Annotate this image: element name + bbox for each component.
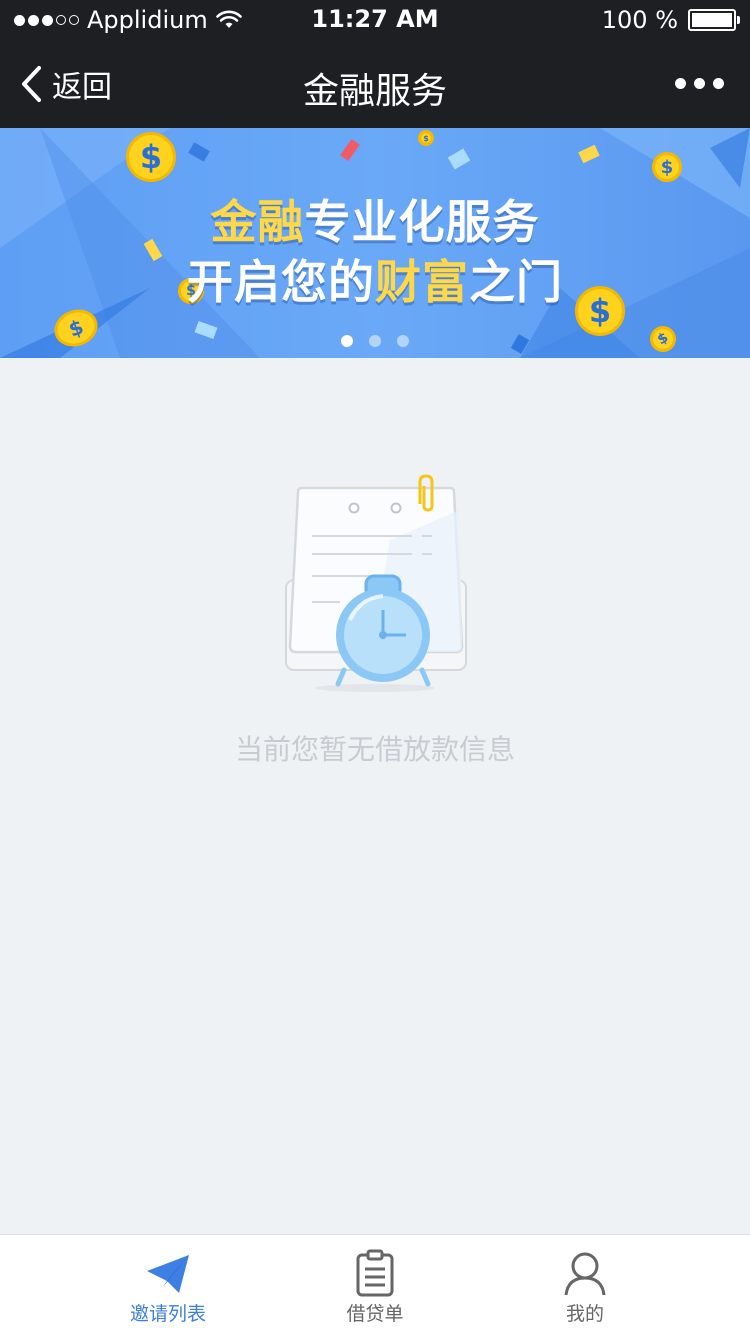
more-dot-icon xyxy=(675,78,686,89)
battery-icon xyxy=(688,9,740,31)
pager-dot[interactable] xyxy=(397,335,409,347)
banner-headline: 金融专业化服务 xyxy=(0,186,750,252)
navigation-bar: 返回 金融服务 xyxy=(0,40,750,128)
pager-dot[interactable] xyxy=(341,335,353,347)
banner-highlight: 财富 xyxy=(375,255,469,309)
more-dot-icon xyxy=(694,78,705,89)
more-button[interactable] xyxy=(675,78,724,89)
empty-notepad-clock-icon xyxy=(285,474,467,692)
tab-mine[interactable]: 我的 xyxy=(485,1235,685,1335)
tab-label: 邀请列表 xyxy=(129,1303,206,1325)
pager-dot[interactable] xyxy=(369,335,381,347)
tab-invite-list[interactable]: 邀请列表 xyxy=(68,1235,268,1335)
more-dot-icon xyxy=(713,78,724,89)
empty-state-message: 当前您暂无借放款信息 xyxy=(234,733,515,766)
tab-bar: 邀请列表 借贷单 我的 xyxy=(0,1234,750,1335)
banner-text: 之门 xyxy=(469,255,563,309)
status-right: 100 % xyxy=(601,6,740,34)
page-title: 金融服务 xyxy=(302,71,447,112)
clipboard-icon xyxy=(356,1249,394,1297)
banner-pager xyxy=(0,335,750,347)
banner-subheadline: 开启您的财富之门 xyxy=(0,246,750,312)
tab-loan-orders[interactable]: 借贷单 xyxy=(275,1235,475,1335)
battery-percent: 100 % xyxy=(601,6,678,34)
banner-text: 专业化服务 xyxy=(304,195,540,249)
tab-label: 借贷单 xyxy=(346,1303,404,1325)
promo-banner[interactable]: $ $ $ $ $ $ $ 金融专业化服务 开启您的财富之门 xyxy=(0,128,750,358)
tab-label: 我的 xyxy=(565,1303,604,1325)
coin-icon: $ xyxy=(126,132,176,182)
banner-highlight: 金融 xyxy=(210,195,305,249)
banner-text: 开启您的 xyxy=(187,255,375,309)
coin-icon: $ xyxy=(652,152,682,182)
paper-plane-icon xyxy=(147,1255,189,1293)
user-icon xyxy=(564,1252,606,1296)
status-bar: Applidium 11:27 AM 100 % xyxy=(0,0,750,40)
coin-icon: $ xyxy=(418,130,434,146)
